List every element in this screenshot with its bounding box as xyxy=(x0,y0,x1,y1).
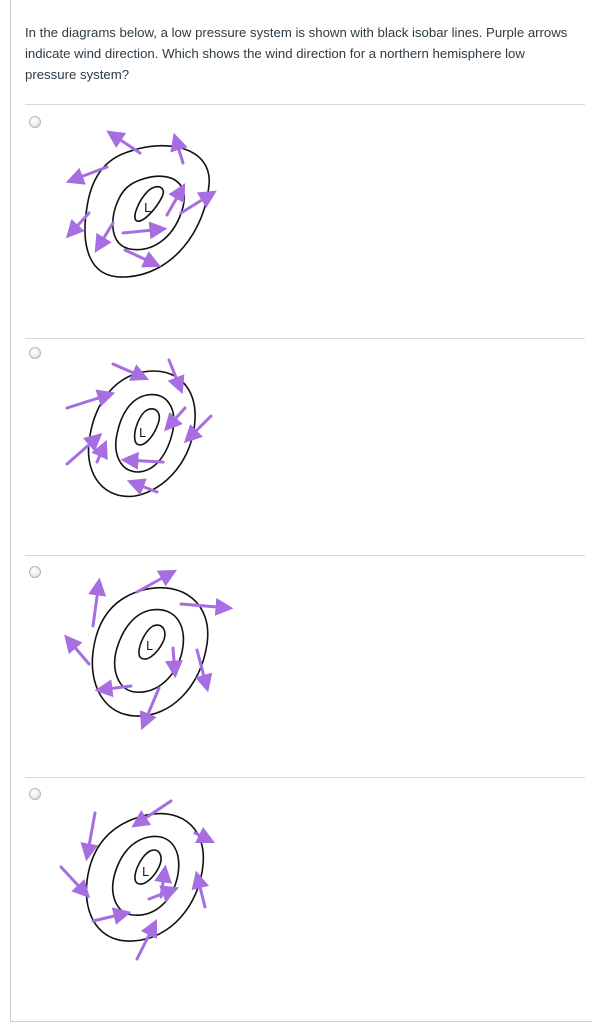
wind-arrow xyxy=(80,811,99,862)
low-pressure-label: L xyxy=(146,639,153,653)
separator xyxy=(25,104,585,105)
wind-arrow xyxy=(163,406,187,432)
option-3-radio[interactable] xyxy=(29,566,41,578)
option-2-radio[interactable] xyxy=(29,347,41,359)
wind-arrow xyxy=(165,183,186,217)
wind-arrow xyxy=(94,221,115,253)
wind-arrow xyxy=(121,221,168,240)
wind-arrow xyxy=(170,132,188,165)
wind-arrow xyxy=(193,826,216,844)
option-2-diagram: L xyxy=(55,350,235,510)
wind-arrow xyxy=(183,414,213,444)
option-1-diagram: L xyxy=(55,125,235,290)
separator xyxy=(25,777,585,778)
wind-arrow xyxy=(65,211,91,239)
wind-arrow xyxy=(65,433,103,466)
option-4-radio[interactable] xyxy=(29,788,41,800)
low-pressure-label: L xyxy=(139,426,146,440)
wind-arrow xyxy=(120,451,165,470)
wind-arrow xyxy=(179,190,217,215)
low-pressure-label: L xyxy=(142,865,149,879)
wind-arrow xyxy=(123,248,162,268)
wind-arrow xyxy=(65,165,109,185)
wind-arrow xyxy=(65,389,116,410)
separator xyxy=(25,338,585,339)
option-1-radio[interactable] xyxy=(29,116,41,128)
wind-arrow xyxy=(179,597,234,616)
separator xyxy=(25,555,585,556)
wind-arrow xyxy=(135,569,177,594)
wind-arrow xyxy=(91,439,108,464)
wind-arrow xyxy=(64,634,91,666)
wind-arrow xyxy=(139,686,161,731)
question-text: In the diagrams below, a low pressure sy… xyxy=(25,25,568,82)
option-4-diagram: L xyxy=(55,793,235,968)
wind-arrow xyxy=(126,478,159,496)
wind-arrow xyxy=(88,577,107,628)
option-3-diagram: L xyxy=(55,568,245,738)
wind-arrow xyxy=(167,358,185,395)
wind-arrow xyxy=(106,130,142,155)
low-pressure-label: L xyxy=(144,201,151,215)
wind-arrow xyxy=(164,646,183,679)
wind-arrow xyxy=(59,865,91,899)
wind-arrow xyxy=(91,907,132,925)
